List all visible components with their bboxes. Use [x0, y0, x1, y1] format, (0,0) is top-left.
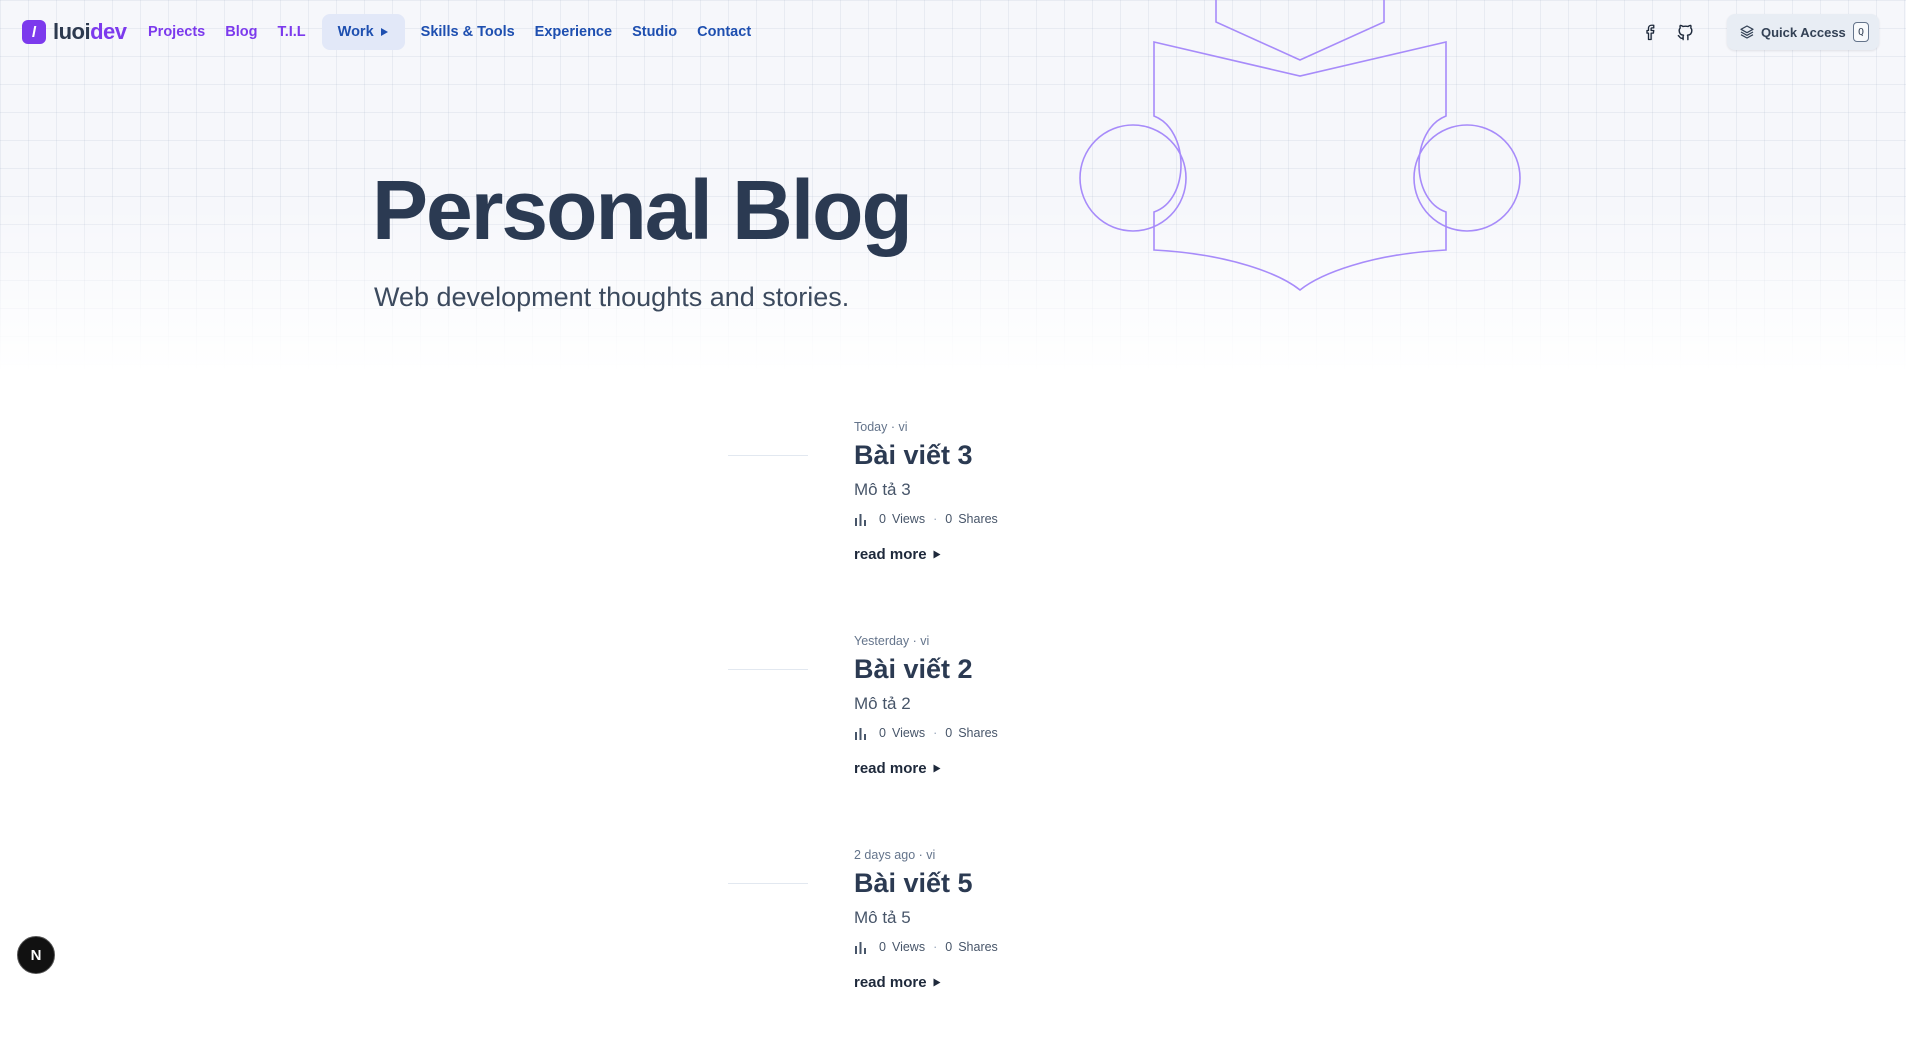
read-more-label: read more — [854, 546, 927, 563]
play-arrow-icon — [933, 550, 941, 559]
views-count: 0 — [879, 940, 886, 954]
post-title[interactable]: Bài viết 5 — [854, 866, 973, 900]
nav-work-dropdown[interactable]: Work — [321, 14, 405, 50]
next-badge-letter: N — [30, 946, 42, 964]
stats-separator: · — [933, 940, 938, 954]
bar-chart-icon — [854, 727, 867, 740]
shares-label: Shares — [958, 726, 998, 740]
post-date: Today — [854, 420, 888, 434]
nav-experience[interactable]: Experience — [525, 14, 622, 50]
shares-label: Shares — [958, 940, 998, 954]
nav-blog[interactable]: Blog — [215, 14, 267, 50]
nav-projects[interactable]: Projects — [138, 14, 215, 50]
read-more-link[interactable]: read more — [854, 546, 941, 563]
nav-studio[interactable]: Studio — [622, 14, 687, 50]
stats-separator: · — [933, 726, 938, 740]
quick-access-shortcut: Q — [1853, 22, 1869, 42]
shares-count: 0 — [945, 512, 953, 526]
quick-access-button[interactable]: Quick Access Q — [1727, 14, 1879, 50]
nav-til[interactable]: T.I.L — [267, 14, 315, 50]
layers-icon — [1740, 25, 1754, 39]
post-meta: 2 days ago · vi — [854, 848, 935, 862]
post-stats: 0 Views · 0 Shares — [854, 940, 998, 954]
post-date: 2 days ago — [854, 848, 916, 862]
views-count: 0 — [879, 512, 886, 526]
github-icon — [1677, 24, 1693, 40]
quick-access-label: Quick Access — [1761, 24, 1846, 40]
post-date: Yesterday — [854, 634, 910, 648]
post-description: Mô tả 2 — [854, 694, 911, 713]
shares-count: 0 — [945, 726, 953, 740]
site-header: l luoidev Projects Blog T.I.L Work Skill… — [0, 0, 1906, 66]
brand-name-part1: luoi — [53, 19, 91, 44]
post-meta: Today · vi — [854, 420, 908, 434]
post-language: vi — [926, 848, 936, 862]
main-nav: Projects Blog T.I.L Work Skills & Tools … — [138, 14, 761, 50]
views-count: 0 — [879, 726, 886, 740]
brand-mark-icon: l — [22, 20, 46, 44]
post-card: Yesterday · vi Bài viết 2 Mô tả 2 0 View… — [728, 634, 1328, 834]
post-description: Mô tả 5 — [854, 908, 911, 927]
brand-name-part2: dev — [90, 19, 127, 44]
brand-logo[interactable]: l luoidev — [22, 20, 127, 44]
page-subtitle: Web development thoughts and stories. — [374, 282, 850, 312]
read-more-label: read more — [854, 974, 927, 991]
page-title: Personal Blog — [372, 163, 913, 257]
post-stats: 0 Views · 0 Shares — [854, 726, 998, 740]
facebook-link[interactable] — [1640, 22, 1660, 42]
play-arrow-icon — [933, 764, 941, 773]
nav-work-label: Work — [337, 24, 374, 40]
play-arrow-icon — [380, 28, 388, 36]
facebook-icon — [1646, 24, 1655, 41]
post-title[interactable]: Bài viết 2 — [854, 652, 973, 686]
read-more-label: read more — [854, 760, 927, 777]
brand-name: luoidev — [53, 20, 127, 44]
views-label: Views — [891, 726, 926, 740]
views-label: Views — [891, 940, 926, 954]
post-language: vi — [898, 420, 908, 434]
shares-count: 0 — [945, 940, 953, 954]
hero-illustration — [1079, 0, 1521, 292]
stats-separator: · — [933, 512, 938, 526]
next-dev-badge[interactable]: N — [17, 936, 55, 974]
post-stats: 0 Views · 0 Shares — [854, 512, 998, 526]
post-card: Today · vi Bài viết 3 Mô tả 3 0 Views · … — [728, 420, 1328, 620]
bar-chart-icon — [854, 513, 867, 526]
bar-chart-icon — [854, 941, 867, 954]
post-card: 2 days ago · vi Bài viết 5 Mô tả 5 0 Vie… — [728, 848, 1328, 1048]
nav-contact[interactable]: Contact — [687, 14, 761, 50]
post-divider — [728, 669, 808, 670]
post-divider — [728, 455, 808, 456]
nav-skills-tools[interactable]: Skills & Tools — [411, 14, 525, 50]
github-link[interactable] — [1675, 22, 1695, 42]
post-title[interactable]: Bài viết 3 — [854, 438, 973, 472]
post-language: vi — [920, 634, 930, 648]
post-description: Mô tả 3 — [854, 480, 911, 499]
post-divider — [728, 883, 808, 884]
read-more-link[interactable]: read more — [854, 974, 941, 991]
shares-label: Shares — [958, 512, 998, 526]
play-arrow-icon — [933, 978, 941, 987]
read-more-link[interactable]: read more — [854, 760, 941, 777]
post-meta: Yesterday · vi — [854, 634, 929, 648]
views-label: Views — [891, 512, 926, 526]
